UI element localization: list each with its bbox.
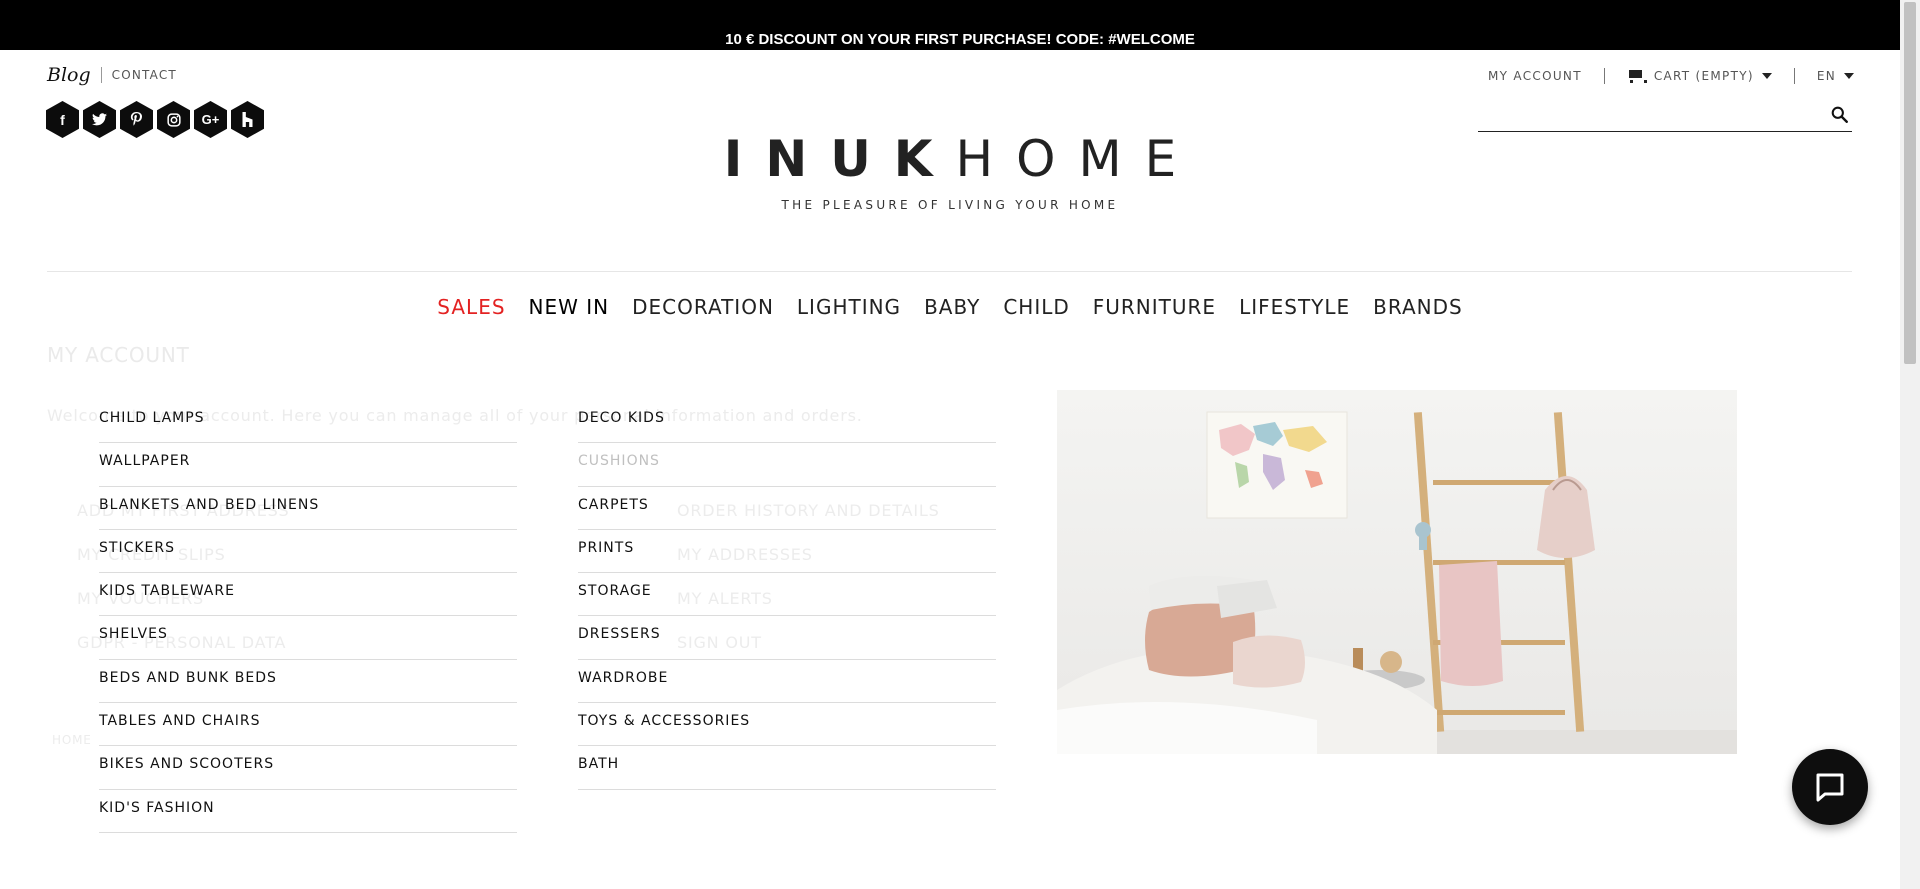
account-area: MY ACCOUNT CART (EMPTY) EN bbox=[1488, 68, 1854, 84]
search-bar bbox=[1478, 100, 1852, 132]
cart-link[interactable]: CART (EMPTY) bbox=[1627, 69, 1772, 83]
contact-link[interactable]: CONTACT bbox=[112, 68, 177, 82]
menu-item[interactable]: DECO KIDS bbox=[578, 400, 996, 444]
menu-promo-image[interactable] bbox=[1057, 390, 1737, 754]
social-icons: f G+ bbox=[46, 101, 264, 138]
nav-item-brands[interactable]: BRANDS bbox=[1373, 295, 1463, 319]
logo-tagline: THE PLEASURE OF LIVING YOUR HOME bbox=[781, 198, 1119, 212]
menu-item[interactable]: BLANKETS AND BED LINENS bbox=[99, 487, 517, 530]
divider bbox=[100, 67, 102, 83]
home-link: HOME bbox=[52, 733, 92, 747]
blog-link[interactable]: Blog bbox=[47, 64, 91, 86]
twitter-icon[interactable] bbox=[83, 101, 116, 138]
menu-item[interactable]: TOYS & ACCESSORIES bbox=[578, 703, 996, 747]
header-divider bbox=[47, 271, 1852, 272]
nav-item-lighting[interactable]: LIGHTING bbox=[797, 295, 901, 319]
language-selector[interactable]: EN bbox=[1817, 69, 1854, 83]
divider bbox=[1793, 68, 1795, 84]
logo-bold: INUK bbox=[723, 130, 956, 188]
chevron-down-icon bbox=[1761, 73, 1772, 79]
houzz-icon[interactable] bbox=[231, 101, 264, 138]
page-title: MY ACCOUNT bbox=[47, 343, 190, 367]
menu-column-1: CHILD LAMPS WALLPAPER BLANKETS AND BED L… bbox=[99, 400, 517, 833]
search-icon[interactable] bbox=[1831, 106, 1848, 123]
chevron-down-icon bbox=[1844, 73, 1854, 79]
menu-item[interactable]: STICKERS bbox=[99, 530, 517, 574]
cart-label: CART (EMPTY) bbox=[1653, 69, 1754, 83]
logo-wordmark: INUKHOME bbox=[700, 130, 1200, 188]
scrollbar[interactable] bbox=[1900, 0, 1920, 889]
menu-item[interactable]: SHELVES bbox=[99, 616, 517, 660]
menu-column-2: DECO KIDS CUSHIONS CARPETS PRINTS STORAG… bbox=[578, 400, 996, 790]
nav-item-furniture[interactable]: FURNITURE bbox=[1093, 295, 1216, 319]
facebook-icon[interactable]: f bbox=[46, 101, 79, 138]
promo-banner: 10 € DISCOUNT ON YOUR FIRST PURCHASE! CO… bbox=[0, 0, 1920, 50]
menu-item[interactable]: KID'S FASHION bbox=[99, 790, 517, 833]
menu-item[interactable]: CARPETS bbox=[578, 487, 996, 530]
menu-item[interactable]: CUSHIONS bbox=[578, 443, 996, 487]
menu-item[interactable]: WARDROBE bbox=[578, 660, 996, 704]
nav-item-lifestyle[interactable]: LIFESTYLE bbox=[1239, 295, 1350, 319]
chat-icon bbox=[1816, 773, 1844, 802]
pinterest-icon[interactable] bbox=[120, 101, 153, 138]
menu-item[interactable]: DRESSERS bbox=[578, 616, 996, 660]
menu-item[interactable]: KIDS TABLEWARE bbox=[99, 573, 517, 617]
cart-icon bbox=[1627, 70, 1647, 83]
nav-item-decoration[interactable]: DECORATION bbox=[632, 295, 774, 319]
promo-text: 10 € DISCOUNT ON YOUR FIRST PURCHASE! CO… bbox=[725, 31, 1195, 48]
google-plus-icon[interactable]: G+ bbox=[194, 101, 227, 138]
menu-item[interactable]: BATH bbox=[578, 746, 996, 790]
chat-button[interactable] bbox=[1792, 749, 1868, 825]
site-logo[interactable]: INUKHOME THE PLEASURE OF LIVING YOUR HOM… bbox=[700, 130, 1200, 212]
top-links: Blog CONTACT bbox=[47, 64, 177, 86]
nav-item-new-in[interactable]: NEW IN bbox=[529, 295, 610, 319]
instagram-icon[interactable] bbox=[157, 101, 190, 138]
main-nav: SALES NEW IN DECORATION LIGHTING BABY CH… bbox=[0, 295, 1900, 319]
language-label: EN bbox=[1816, 69, 1836, 83]
nav-item-sales[interactable]: SALES bbox=[437, 295, 505, 319]
menu-item[interactable]: BEDS AND BUNK BEDS bbox=[99, 660, 517, 704]
menu-item[interactable]: STORAGE bbox=[578, 573, 996, 617]
scrollbar-thumb[interactable] bbox=[1904, 2, 1916, 364]
nav-item-child[interactable]: CHILD bbox=[1003, 295, 1069, 319]
logo-light: HOME bbox=[955, 130, 1200, 188]
search-input[interactable] bbox=[1478, 100, 1808, 130]
nav-item-baby[interactable]: BABY bbox=[924, 295, 980, 319]
menu-item[interactable]: BIKES AND SCOOTERS bbox=[99, 746, 517, 790]
divider bbox=[1603, 68, 1605, 84]
menu-item[interactable]: TABLES AND CHAIRS bbox=[99, 703, 517, 747]
menu-item[interactable]: WALLPAPER bbox=[99, 443, 517, 487]
my-account-link[interactable]: MY ACCOUNT bbox=[1488, 69, 1582, 83]
menu-item[interactable]: PRINTS bbox=[578, 530, 996, 574]
menu-item[interactable]: CHILD LAMPS bbox=[99, 400, 517, 444]
